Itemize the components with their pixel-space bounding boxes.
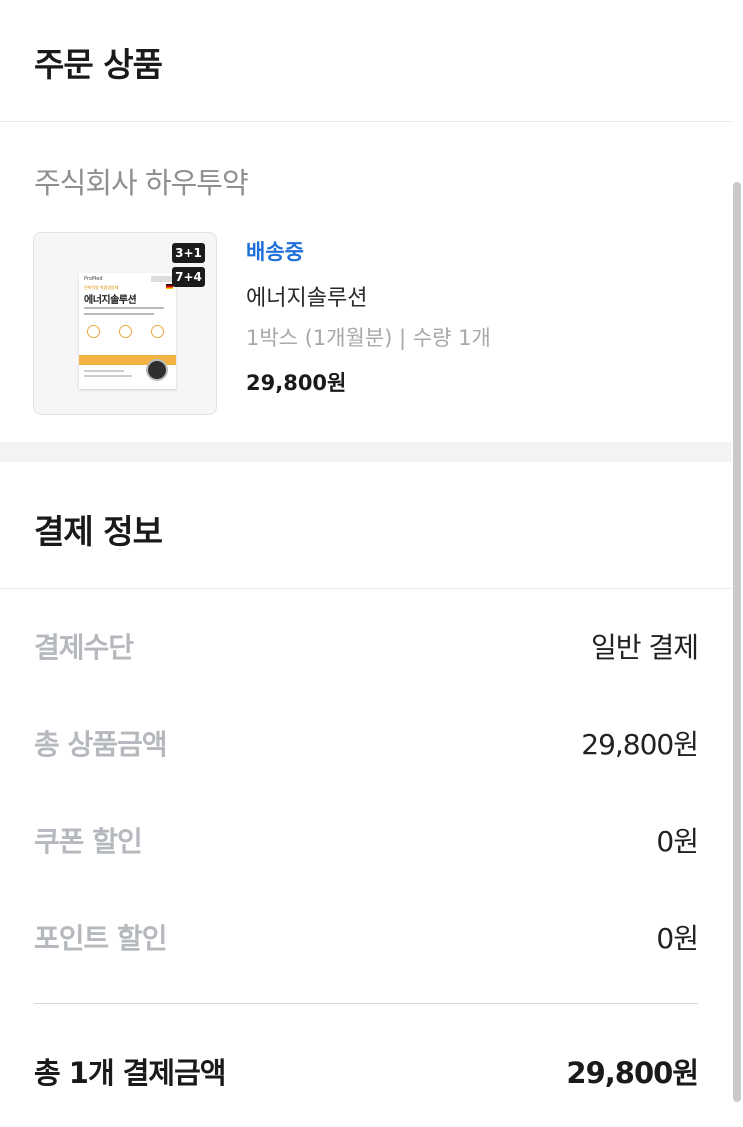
order-section-title: 주문 상품 — [34, 45, 163, 84]
product-package-image: ProMed 전측학쌍 복합영양제 에너지솔루션 — [79, 273, 176, 389]
product-name[interactable]: 에너지솔루션 — [246, 280, 367, 312]
payment-method-label: 결제수단 — [34, 631, 134, 664]
coupon-discount-value: 0원 — [656, 825, 699, 858]
point-discount-value: 0원 — [656, 922, 699, 955]
point-discount-label: 포인트 할인 — [34, 922, 168, 955]
package-seal-icon — [146, 359, 168, 381]
total-amount-value: 29,800원 — [566, 1056, 699, 1090]
payment-row-subtotal: 총 상품금액 29,800원 — [34, 723, 699, 763]
payment-row-points: 포인트 할인 0원 — [34, 917, 699, 957]
section-gap — [0, 442, 731, 462]
package-feature-icon — [87, 325, 100, 338]
payment-row-coupon: 쿠폰 할인 0원 — [34, 820, 699, 860]
product-price: 29,800원 — [246, 371, 347, 395]
payment-row-total: 총 1개 결제금액 29,800원 — [34, 1050, 699, 1092]
coupon-discount-label: 쿠폰 할인 — [34, 825, 143, 858]
total-amount-label: 총 1개 결제금액 — [34, 1056, 226, 1090]
delivery-status: 배송중 — [246, 240, 304, 264]
package-text-line — [84, 313, 154, 315]
promo-badge-7-plus-4: 7+4 — [172, 267, 205, 287]
package-text-line — [84, 375, 132, 377]
package-text-line — [84, 370, 124, 372]
total-divider — [34, 1003, 698, 1004]
divider — [0, 121, 731, 122]
package-brand: ProMed — [84, 276, 103, 282]
scrollbar[interactable] — [733, 182, 741, 1102]
subtotal-value: 29,800원 — [581, 728, 699, 761]
package-feature-icon — [119, 325, 132, 338]
promo-badge-3-plus-1: 3+1 — [172, 243, 205, 263]
package-name: 에너지솔루션 — [84, 295, 137, 306]
package-tag — [151, 276, 173, 282]
subtotal-label: 총 상품금액 — [34, 728, 168, 761]
package-text-line — [84, 307, 164, 309]
seller-name: 주식회사 하우투약 — [34, 166, 249, 200]
product-option-quantity: 1박스 (1개월분) | 수량 1개 — [246, 326, 491, 350]
package-feature-icon — [151, 325, 164, 338]
payment-method-value: 일반 결제 — [591, 631, 699, 664]
payment-section-title: 결제 정보 — [34, 512, 163, 551]
payment-row-method: 결제수단 일반 결제 — [34, 626, 699, 666]
divider — [0, 588, 731, 589]
